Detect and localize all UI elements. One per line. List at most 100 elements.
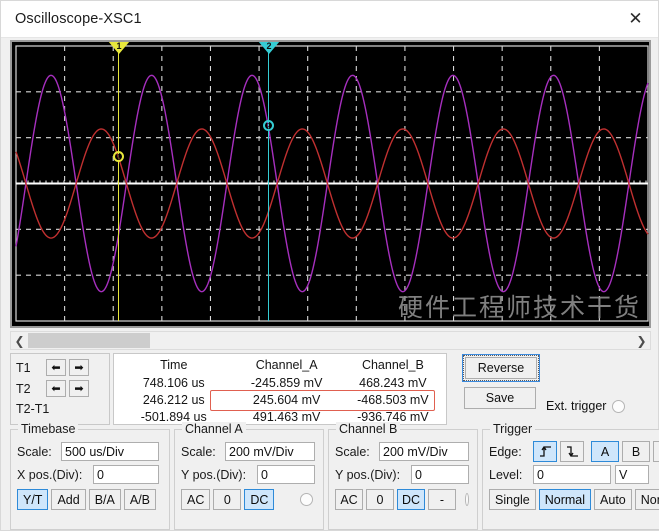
channel-b-coupling-dc[interactable]: DC xyxy=(397,489,425,510)
cursor-control-panel: T1 ⬅ ➡ T2 ⬅ ➡ T2-T1 xyxy=(10,353,110,425)
channel-b-invert[interactable]: - xyxy=(428,489,456,510)
channel-b-title: Channel B xyxy=(336,422,401,436)
measurement-row: T1 ⬅ ➡ T2 ⬅ ➡ T2-T1 Time Channel_A Chann… xyxy=(10,353,651,425)
channel-b-coupling-gnd[interactable]: 0 xyxy=(366,489,394,510)
channel-b-ypos-row: Y pos.(Div): xyxy=(335,463,471,486)
trigger-group: Trigger Edge: A B Ext Level: xyxy=(482,422,659,530)
reverse-button[interactable]: Reverse xyxy=(465,357,537,379)
timebase-mode-yt[interactable]: Y/T xyxy=(17,489,49,510)
save-button[interactable]: Save xyxy=(464,387,536,409)
trigger-source-a[interactable]: A xyxy=(591,441,619,462)
timebase-xpos-row: X pos.(Div): xyxy=(17,463,163,486)
channel-a-ypos-row: Y pos.(Div): xyxy=(181,463,317,486)
channel-b-ypos-label: Y pos.(Div): xyxy=(335,467,401,482)
channel-a-scale-input[interactable] xyxy=(225,442,315,461)
channel-a-coupling-gnd[interactable]: 0 xyxy=(213,489,242,510)
t1-chb-value: 468.243 mV xyxy=(359,375,427,390)
table-header-row: Time Channel_A Channel_B xyxy=(114,356,446,374)
channel-a-scale-row: Scale: xyxy=(181,440,317,463)
oscilloscope-window: Oscilloscope-XSC1 ✕ 1122 硬件工程师技术干货 ❮ ❯ T… xyxy=(0,0,659,531)
scrollbar-thumb[interactable] xyxy=(28,333,150,348)
cursor-diff-label: T2-T1 xyxy=(16,402,50,416)
channel-b-scale-input[interactable] xyxy=(379,442,469,461)
trigger-source-b[interactable]: B xyxy=(622,441,650,462)
t2-cha-value: 245.604 mV xyxy=(252,392,321,407)
t2-arrow-right-icon[interactable]: ➡ xyxy=(69,380,89,397)
trigger-mode-single[interactable]: Single xyxy=(489,489,536,510)
channel-b-group: Channel B Scale: Y pos.(Div): AC 0 DC - xyxy=(328,422,478,530)
cursor-t1-row: T1 ⬅ ➡ xyxy=(16,357,109,378)
channel-b-scale-row: Scale: xyxy=(335,440,471,463)
channel-a-ypos-input[interactable] xyxy=(257,465,315,484)
trigger-mode-none[interactable]: None xyxy=(634,489,659,510)
channel-a-group: Channel A Scale: Y pos.(Div): AC 0 DC xyxy=(174,422,324,530)
channel-b-coupling-buttons: AC 0 DC - xyxy=(335,489,471,510)
cursor-t2-label: T2 xyxy=(16,381,31,396)
trigger-mode-auto[interactable]: Auto xyxy=(594,489,632,510)
trigger-edge-label: Edge: xyxy=(489,444,522,459)
t2-chb-value: -468.503 mV xyxy=(357,392,429,407)
timebase-mode-ab[interactable]: A/B xyxy=(123,489,157,510)
timebase-scale-input[interactable] xyxy=(61,442,159,461)
t2-arrow-left-icon[interactable]: ⬅ xyxy=(46,380,66,397)
timebase-scrollbar[interactable]: ❮ ❯ xyxy=(10,331,651,350)
ext-trigger-terminal-icon[interactable] xyxy=(612,399,626,413)
chevron-left-icon[interactable]: ❮ xyxy=(11,332,28,349)
trigger-level-label: Level: xyxy=(489,467,523,482)
close-icon[interactable]: ✕ xyxy=(613,1,658,37)
cursor-t1-label: T1 xyxy=(16,360,31,375)
falling-edge-glyph xyxy=(566,446,578,457)
ext-trigger-label: Ext. trigger xyxy=(546,399,607,413)
cursor-flag-label-t1: 1 xyxy=(116,42,122,51)
trigger-level-row: Level: xyxy=(489,463,659,486)
channel-a-coupling-ac[interactable]: AC xyxy=(181,489,211,510)
t1-arrow-left-icon[interactable]: ⬅ xyxy=(46,359,66,376)
action-panel: Reverse Save Ext. trigger xyxy=(451,353,651,425)
channel-a-terminal-icon[interactable] xyxy=(300,493,313,506)
measurement-grid: Time Channel_A Channel_B 748.106 us -245… xyxy=(114,356,446,425)
channel-a-coupling-dc[interactable]: DC xyxy=(244,489,275,510)
table-row: 246.212 us 245.604 mV -468.503 mV xyxy=(114,391,446,408)
trigger-title: Trigger xyxy=(490,422,536,436)
cursor-line-t1[interactable] xyxy=(118,46,119,321)
t1-arrow-right-icon[interactable]: ➡ xyxy=(69,359,89,376)
channel-a-title: Channel A xyxy=(182,422,246,436)
channel-b-ypos-input[interactable] xyxy=(411,465,469,484)
channel-b-scale-label: Scale: xyxy=(335,444,370,459)
waveform-traces xyxy=(15,74,649,293)
header-time: Time xyxy=(160,357,188,372)
trigger-edge-row: Edge: A B Ext xyxy=(489,440,659,463)
window-title: Oscilloscope-XSC1 xyxy=(15,11,142,27)
t1-time-value: 748.106 us xyxy=(142,375,205,390)
chevron-right-icon[interactable]: ❯ xyxy=(633,332,650,349)
reverse-button-focus-ring: Reverse xyxy=(462,354,540,382)
timebase-scale-label: Scale: xyxy=(17,444,52,459)
t1-cha-value: -245.859 mV xyxy=(250,375,323,390)
trigger-mode-normal[interactable]: Normal xyxy=(538,489,592,510)
t2-time-value: 246.212 us xyxy=(142,392,205,407)
timebase-mode-ba[interactable]: B/A xyxy=(88,489,121,510)
cursor-line-t2[interactable] xyxy=(268,46,269,321)
timebase-scale-row: Scale: xyxy=(17,440,163,463)
trigger-level-unit[interactable] xyxy=(615,465,649,484)
channel-b-terminal-icon[interactable] xyxy=(465,493,469,506)
timebase-title: Timebase xyxy=(18,422,79,436)
ext-trigger-row: Ext. trigger xyxy=(546,399,626,413)
diff-cha-value: 491.463 mV xyxy=(252,409,321,424)
scrollbar-track[interactable] xyxy=(28,332,633,349)
timebase-mode-add[interactable]: Add xyxy=(51,489,86,510)
cursor-handle-t2[interactable]: 2 xyxy=(263,119,274,131)
timebase-group: Timebase Scale: X pos.(Div): Y/T Add B/A… xyxy=(10,422,170,530)
timebase-xpos-input[interactable] xyxy=(93,465,159,484)
scope-canvas: 1122 硬件工程师技术干货 xyxy=(12,42,649,326)
channel-b-coupling-ac[interactable]: AC xyxy=(335,489,363,510)
trigger-level-input[interactable] xyxy=(533,465,611,484)
channel-a-coupling-buttons: AC 0 DC xyxy=(181,489,317,510)
rising-edge-glyph xyxy=(539,446,551,457)
header-channel-a: Channel_A xyxy=(255,357,318,372)
timebase-mode-buttons: Y/T Add B/A A/B xyxy=(17,489,163,510)
falling-edge-icon[interactable] xyxy=(560,441,584,462)
rising-edge-icon[interactable] xyxy=(533,441,557,462)
trigger-source-ext[interactable]: Ext xyxy=(653,441,659,462)
scope-display[interactable]: 1122 硬件工程师技术干货 xyxy=(10,40,651,328)
